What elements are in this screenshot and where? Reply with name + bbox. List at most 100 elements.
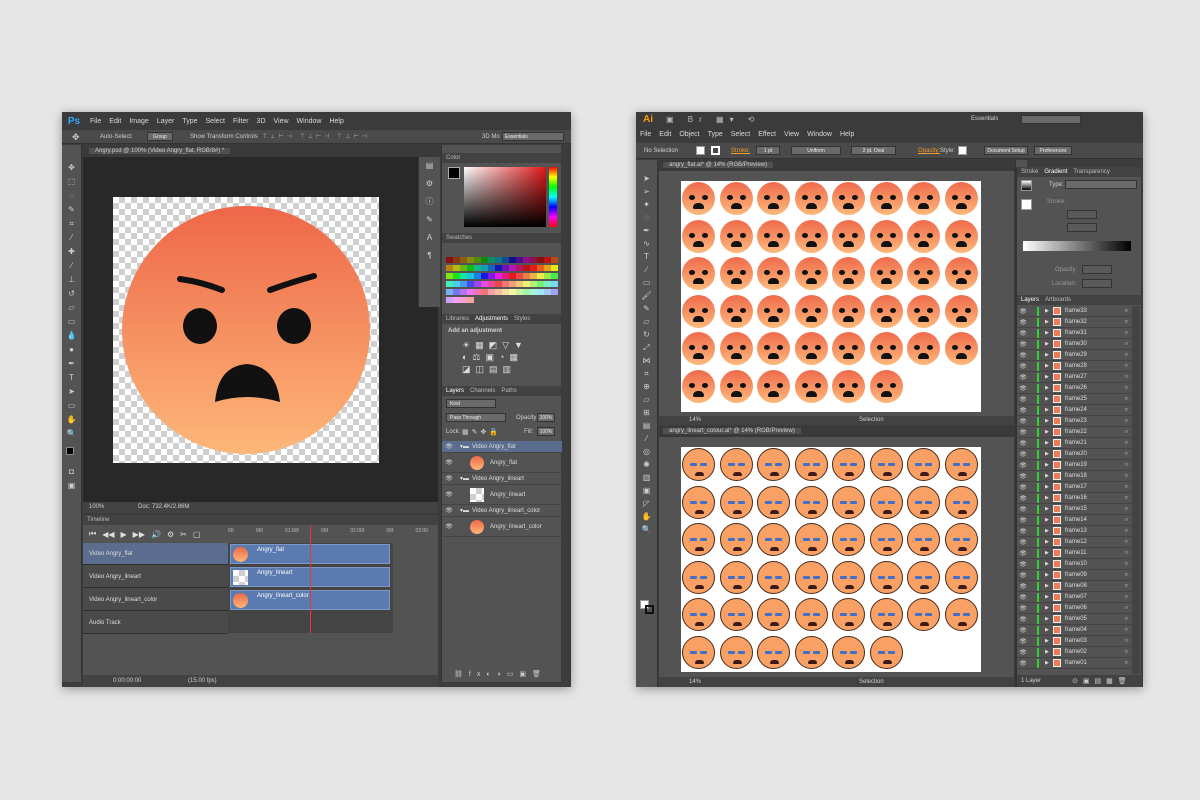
timeline-ruler[interactable]: 00 06f 01:00f 06f 02:00f 06f 03:00 <box>228 526 428 542</box>
emoji-frame[interactable] <box>794 485 830 521</box>
crop-tool[interactable]: ⌗ <box>66 219 77 228</box>
tab-libraries[interactable]: Libraries <box>446 316 469 322</box>
emoji-frame[interactable] <box>719 256 755 292</box>
eye-icon[interactable]: 👁 <box>1017 528 1029 535</box>
frame-layer-row[interactable]: 👁 ▶ frame02 ○ <box>1017 647 1132 658</box>
eye-icon[interactable]: 👁 <box>1017 396 1029 403</box>
gradient-aspect[interactable] <box>1067 223 1097 232</box>
tab-stroke[interactable]: Stroke <box>1021 169 1038 175</box>
menu-layer[interactable]: Layer <box>157 118 175 125</box>
gradient-slider[interactable] <box>1023 241 1131 251</box>
eye-icon[interactable]: 👁 <box>1017 407 1029 414</box>
align-icons[interactable]: ⊤⊥⊢⊣ ⊤⊥⊢⊣ ⊤⊥⊢⊣ <box>262 133 370 140</box>
gradient-opacity-input[interactable] <box>1082 265 1112 274</box>
ai-doc2-canvas[interactable] <box>659 437 1014 677</box>
color-swatch[interactable] <box>530 289 537 295</box>
target-icon[interactable]: ○ <box>1124 594 1128 600</box>
gradient-location-input[interactable] <box>1082 279 1112 288</box>
properties-panel-icon[interactable]: ⚙ <box>424 179 435 188</box>
move-tool[interactable]: ✥ <box>66 163 77 172</box>
color-swatch[interactable] <box>502 289 509 295</box>
pencil-tool[interactable]: ✎ <box>641 304 652 313</box>
emoji-frame[interactable] <box>719 522 755 558</box>
color-swatch[interactable] <box>502 257 509 263</box>
color-swatch[interactable] <box>530 273 537 279</box>
emoji-frame[interactable] <box>794 181 830 217</box>
frame-layer-row[interactable]: 👁 ▶ frame18 ○ <box>1017 471 1132 482</box>
expand-arrow-icon[interactable]: ▶ <box>1045 528 1049 534</box>
color-swatch[interactable] <box>523 289 530 295</box>
emoji-frame[interactable] <box>794 331 830 367</box>
emoji-frame[interactable] <box>906 294 942 330</box>
emoji-frame[interactable] <box>681 331 717 367</box>
target-icon[interactable]: ○ <box>1124 308 1128 314</box>
color-swatch[interactable] <box>460 273 467 279</box>
color-swatch[interactable] <box>446 273 453 279</box>
variable-width-profile[interactable]: Uniform <box>791 146 841 155</box>
emoji-frame[interactable] <box>944 522 980 558</box>
emoji-frame[interactable] <box>869 635 905 671</box>
opacity-input[interactable]: 100% <box>537 413 555 422</box>
shape-builder-tool[interactable]: ⊕ <box>641 382 652 391</box>
lasso-tool[interactable]: ◌ <box>66 191 77 200</box>
eye-icon[interactable]: 👁 <box>1017 308 1029 315</box>
color-swatch[interactable] <box>474 289 481 295</box>
emoji-frame[interactable] <box>794 560 830 596</box>
expand-arrow-icon[interactable]: ▶ <box>1045 605 1049 611</box>
frame-layer-row[interactable]: 👁 ▶ frame15 ○ <box>1017 504 1132 515</box>
target-icon[interactable]: ○ <box>1124 616 1128 622</box>
layers-footer-icons[interactable]: ⊙▣▤▦🗑 <box>1072 677 1132 685</box>
curvature-tool[interactable]: ∿ <box>641 239 652 248</box>
shape-tool[interactable]: ▭ <box>66 401 77 410</box>
emoji-frame[interactable] <box>794 369 830 405</box>
auto-select-target[interactable]: Group <box>147 132 173 141</box>
quick-select-tool[interactable]: ✎ <box>66 205 77 214</box>
prev-frame-icon[interactable]: ◀◀ <box>102 530 114 539</box>
layer-row[interactable]: 👁 Angry_flat <box>442 453 562 473</box>
slice-tool[interactable]: ◸ <box>641 499 652 508</box>
emoji-frame[interactable] <box>719 219 755 255</box>
emoji-frame[interactable] <box>681 522 717 558</box>
target-icon[interactable]: ○ <box>1124 462 1128 468</box>
frame-layer-row[interactable]: 👁 ▶ frame05 ○ <box>1017 614 1132 625</box>
color-swatch[interactable] <box>551 281 558 287</box>
eye-icon[interactable]: 👁 <box>442 491 456 498</box>
ai-doc1-canvas[interactable] <box>659 171 1014 416</box>
expand-arrow-icon[interactable]: ▶ <box>1045 440 1049 446</box>
emoji-frame[interactable] <box>831 447 867 483</box>
layers-footer-icons[interactable]: ⛓fx◐◑▭▣🗑 <box>454 670 554 678</box>
eye-icon[interactable]: 👁 <box>1017 638 1029 645</box>
expand-arrow-icon[interactable]: ▶ <box>1045 407 1049 413</box>
color-swatch[interactable] <box>544 281 551 287</box>
fill-input[interactable]: 100% <box>537 427 555 436</box>
eye-icon[interactable]: 👁 <box>1017 418 1029 425</box>
color-swatch[interactable] <box>502 281 509 287</box>
emoji-frame[interactable] <box>719 485 755 521</box>
expand-arrow-icon[interactable]: ▶ <box>1045 418 1049 424</box>
emoji-frame[interactable] <box>756 256 792 292</box>
target-icon[interactable]: ○ <box>1124 627 1128 633</box>
color-swatch[interactable] <box>544 257 551 263</box>
stroke-weight[interactable]: 1 pt <box>756 146 780 155</box>
gradient-preview[interactable] <box>1021 180 1032 191</box>
eye-icon[interactable]: 👁 <box>1017 319 1029 326</box>
color-swatch[interactable] <box>516 289 523 295</box>
emoji-frame[interactable] <box>869 560 905 596</box>
layer-row[interactable]: 👁 Angry_lineart <box>442 485 562 505</box>
emoji-frame[interactable] <box>756 560 792 596</box>
menu-view[interactable]: View <box>274 118 289 125</box>
eye-icon[interactable]: 👁 <box>442 443 456 450</box>
tab-transparency[interactable]: Transparency <box>1073 169 1109 175</box>
info-panel-icon[interactable]: ⓘ <box>424 197 435 206</box>
frame-layer-row[interactable]: 👁 ▶ frame04 ○ <box>1017 625 1132 636</box>
blend-tool[interactable]: ◎ <box>641 447 652 456</box>
emoji-frame[interactable] <box>719 560 755 596</box>
gradient-fill-box[interactable] <box>1021 199 1032 210</box>
target-icon[interactable]: ○ <box>1124 440 1128 446</box>
menu-filter[interactable]: Filter <box>233 118 249 125</box>
layer-group-row[interactable]: 👁 ▾▬ Video Angry_lineart_color <box>442 505 562 517</box>
split-icon[interactable]: ✂ <box>180 530 187 539</box>
emoji-frame[interactable] <box>869 256 905 292</box>
color-swatch[interactable] <box>460 281 467 287</box>
frame-layer-row[interactable]: 👁 ▶ frame19 ○ <box>1017 460 1132 471</box>
